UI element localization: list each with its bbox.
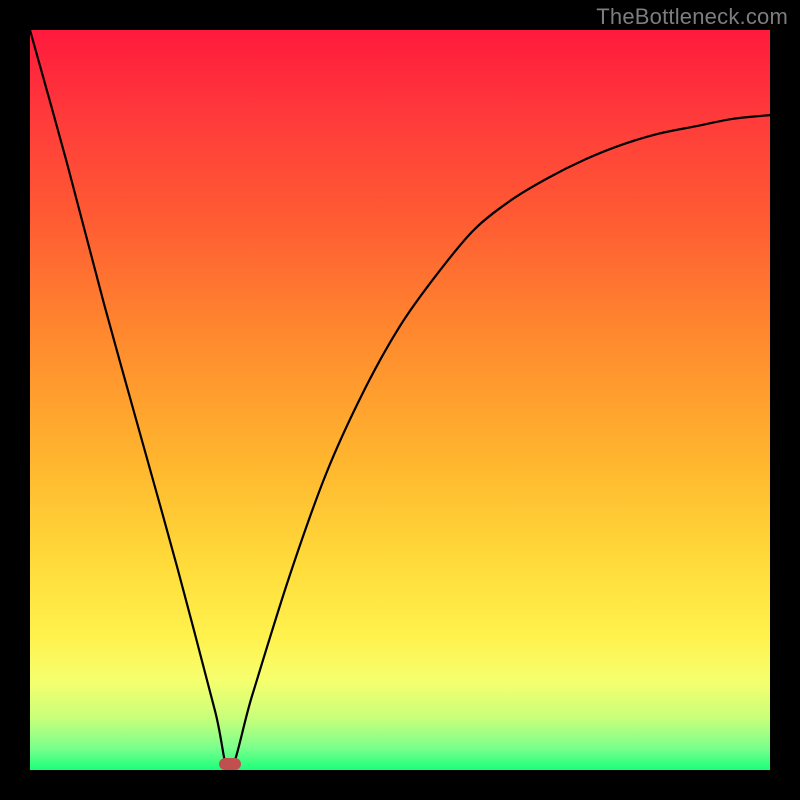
minimum-marker	[219, 758, 241, 770]
curve-path	[30, 30, 770, 770]
chart-frame: TheBottleneck.com	[0, 0, 800, 800]
curve-svg	[30, 30, 770, 770]
plot-area	[30, 30, 770, 770]
watermark-text: TheBottleneck.com	[596, 4, 788, 30]
